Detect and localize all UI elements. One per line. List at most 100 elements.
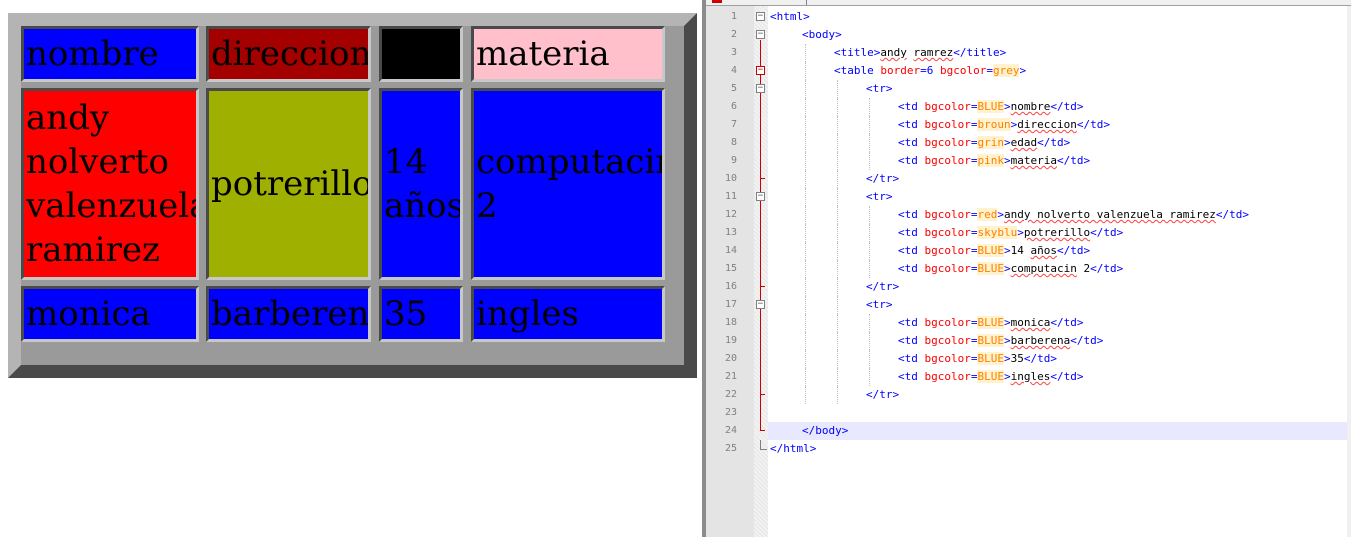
code-token: bgcolor [924,100,971,113]
table-cell-text: nombre [26,34,159,74]
code-text: <td bgcolor=grin>edad</td> [898,134,1070,152]
code-line[interactable]: 1 − <html> [706,8,1351,26]
indent-guide [869,260,870,278]
code-text: </body> [802,422,848,440]
code-line[interactable]: 18 <td bgcolor=BLUE>monica</td> [706,314,1351,332]
code-line[interactable]: 16 </tr> [706,278,1351,296]
code-token: = [986,64,993,77]
indent-guide [805,386,806,404]
code-line[interactable]: 22 </tr> [706,386,1351,404]
indent-guide [805,260,806,278]
table-cell-text: direccion [211,34,371,74]
code-token: </td> [1037,136,1071,149]
code-line[interactable]: 25 </html> [706,440,1351,458]
code-token: bgcolor [924,316,971,329]
code-token: bgcolor [924,226,971,239]
code-token: computacin [1010,262,1077,275]
code-text: <body> [802,26,842,44]
indent-guide [837,314,838,332]
code-text: <html> [770,8,810,26]
indent-guide [805,116,806,134]
code-line[interactable]: 24 </body> [706,422,1351,440]
code-line[interactable]: 11 − <tr> [706,188,1351,206]
table-cell-text: 35 [384,294,428,334]
code-text: </html> [770,440,816,458]
code-token: <td [898,226,925,239]
code-token: <tr> [866,190,893,203]
code-text: <td bgcolor=broun>direccion</td> [898,116,1110,134]
code-token: monica [1010,316,1051,329]
code-token: border [880,64,921,77]
table-cell-text: 14 años [384,142,463,226]
code-token: grey [992,64,1020,77]
code-line[interactable]: 4 − <table border=6 bgcolor=grey> [706,62,1351,80]
code-line[interactable]: 20 <td bgcolor=BLUE>35</td> [706,350,1351,368]
code-token: bgcolor [924,352,971,365]
code-token: 35 [1010,352,1024,365]
indent-guide [837,206,838,224]
fold-toggle-icon[interactable]: − [756,12,765,21]
code-line[interactable]: 6 <td bgcolor=BLUE>nombre</td> [706,98,1351,116]
code-text: <tr> [866,296,893,314]
code-text: <td bgcolor=BLUE>nombre</td> [898,98,1083,116]
code-token: > [1003,262,1011,275]
fold-toggle-icon[interactable]: − [756,84,765,93]
code-line[interactable]: 19 <td bgcolor=BLUE>barberena</td> [706,332,1351,350]
code-token: bgcolor [924,154,971,167]
table-cell-text: monica [26,294,151,334]
fold-toggle-icon[interactable]: − [756,300,765,309]
code-token: BLUE [977,334,1004,347]
code-line[interactable]: 8 <td bgcolor=grin>edad</td> [706,134,1351,152]
fold-toggle-icon[interactable]: − [756,192,765,201]
line-number: 1 [730,11,737,22]
line-number: 13 [724,227,737,238]
code-token: > [1003,370,1011,383]
code-line[interactable]: 23 [706,404,1351,422]
fold-toggle-icon[interactable]: − [756,30,765,39]
code-token: <td [898,262,925,275]
line-number: 23 [724,407,737,418]
code-line[interactable]: 5 − <tr> [706,80,1351,98]
code-line[interactable]: 10 </tr> [706,170,1351,188]
code-token: =6 [920,64,940,77]
code-editor[interactable]: 1− <html> 2− <body> 3 <title>andy ramrez</tit… [706,0,1351,537]
code-line[interactable]: 7 <td bgcolor=broun>direccion</td> [706,116,1351,134]
code-token: BLUE [977,244,1004,257]
code-text: <td bgcolor=BLUE>barberena</td> [898,332,1103,350]
fold-corner-icon [760,440,767,450]
rendered-table: nombre direccion materia andy nolverto vale… [8,13,697,378]
indent-guide [837,98,838,116]
code-line[interactable]: 12 <td bgcolor=red>andy nolverto valenzue… [706,206,1351,224]
code-token: bgcolor [924,370,971,383]
code-line[interactable]: 2 − <body> [706,26,1351,44]
indent-guide [837,260,838,278]
indent-guide [869,134,870,152]
code-token: BLUE [977,100,1004,113]
code-line[interactable]: 3 <title>andy ramrez</title> [706,44,1351,62]
fold-end-icon [760,430,765,431]
code-line[interactable]: 15 <td bgcolor=BLUE>computacin 2</td> [706,260,1351,278]
line-number: 21 [724,371,737,382]
code-line[interactable]: 9 <td bgcolor=pink>materia</td> [706,152,1351,170]
indent-guide [869,224,870,242]
code-token: > [997,208,1004,221]
line-number: 9 [730,155,737,166]
code-text: <td bgcolor=pink>materia</td> [898,152,1090,170]
fold-toggle-icon[interactable]: − [756,66,765,75]
editor-tab-bar[interactable] [706,0,1351,6]
code-line[interactable]: 14 <td bgcolor=BLUE>14 años</td> [706,242,1351,260]
line-number: 18 [724,317,737,328]
code-token: </td> [1076,118,1110,131]
code-line[interactable]: 13 <td bgcolor=skyblu>potrerillo</td> [706,224,1351,242]
code-token: años [1030,244,1057,257]
code-token: > [1003,154,1011,167]
code-text: </tr> [866,170,899,188]
code-line[interactable]: 21 <td bgcolor=BLUE>ingles</td> [706,368,1351,386]
line-number: 7 [730,119,737,130]
code-token: <td [898,352,925,365]
code-token: </td> [1090,226,1124,239]
vertical-scrollbar[interactable] [1347,6,1351,537]
indent-guide [805,188,806,206]
code-line[interactable]: 17 − <tr> [706,296,1351,314]
indent-guide [837,242,838,260]
